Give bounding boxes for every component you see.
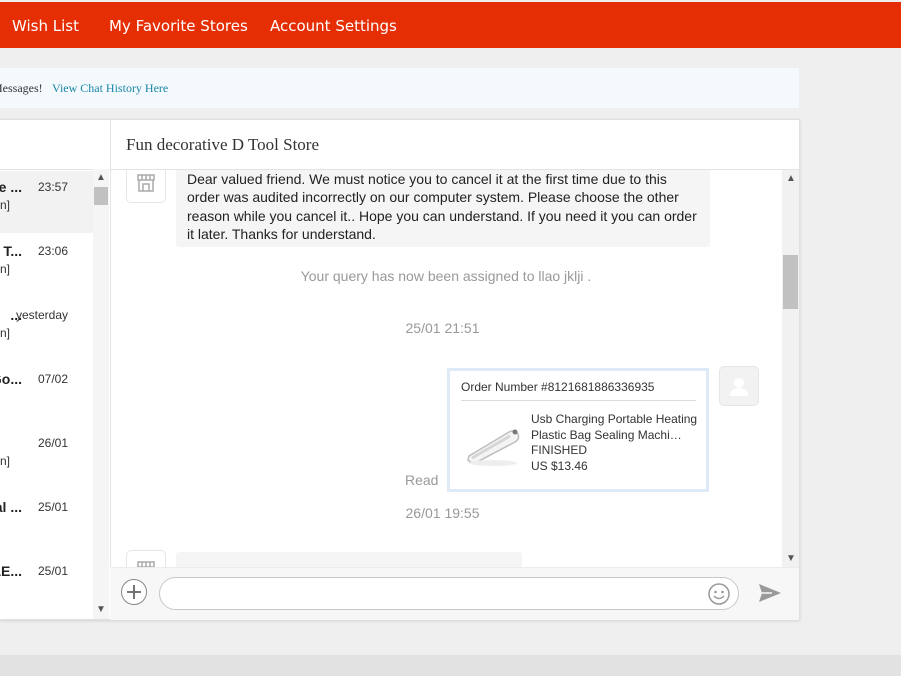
conversation-snippet: n] xyxy=(0,454,10,468)
composer-bar xyxy=(110,567,799,620)
seller-message-bubble xyxy=(176,552,522,567)
conversation-name: Go... xyxy=(0,371,22,387)
attach-button[interactable] xyxy=(121,579,147,605)
message-timestamp: 26/01 19:55 xyxy=(405,505,480,521)
conversation-name: LE... xyxy=(0,563,22,579)
chat-history-link[interactable]: View Chat History Here xyxy=(52,81,168,96)
store-icon xyxy=(137,561,155,567)
scroll-up-icon[interactable]: ▲ xyxy=(96,172,106,183)
message-input[interactable] xyxy=(159,577,739,610)
conversation-time: 23:57 xyxy=(37,180,68,194)
scroll-down-icon[interactable]: ▼ xyxy=(786,553,796,564)
order-card[interactable]: Order Number #8121681886336935 Usb Charg… xyxy=(447,368,709,492)
store-avatar xyxy=(126,550,166,567)
conversation-item[interactable]: 26/01 n] xyxy=(0,427,93,489)
conversation-name: al ... xyxy=(0,499,22,515)
order-price: US $13.46 xyxy=(531,459,588,473)
assignment-notice: Your query has now been assigned to llao… xyxy=(300,268,592,284)
emoji-icon[interactable] xyxy=(707,582,731,606)
product-thumbnail xyxy=(467,429,520,466)
order-number: Order Number #8121681886336935 xyxy=(461,380,655,394)
store-avatar xyxy=(126,170,166,203)
conversation-time: 25/01 xyxy=(37,500,68,514)
conversation-time: 25/01 xyxy=(37,564,68,578)
conversation-snippet: n] xyxy=(0,262,10,276)
store-name[interactable]: Fun decorative D Tool Store xyxy=(126,135,319,155)
notice-text: Messages! xyxy=(0,81,43,95)
conversation-item[interactable]: al ... 25/01 xyxy=(0,491,93,553)
message-scroll-thumb[interactable] xyxy=(783,255,798,309)
store-icon xyxy=(137,174,155,192)
order-status: FINISHED xyxy=(531,443,588,457)
message-scrollbar[interactable]: ▲ ▼ xyxy=(782,170,799,567)
plus-icon xyxy=(127,585,141,599)
notice-bar: Messages! View Chat History Here xyxy=(0,68,799,108)
conversation-list-header xyxy=(0,120,110,170)
conversation-time: yesterday xyxy=(15,308,68,322)
page-footer-band xyxy=(0,655,901,676)
conversation-scrollbar[interactable]: ▲ ▼ xyxy=(93,169,109,619)
nav-account-settings[interactable]: Account Settings xyxy=(270,17,397,35)
conversation-snippet: n] xyxy=(0,198,10,212)
conversation-time: 07/02 xyxy=(37,372,68,386)
conversation-time: 23:06 xyxy=(37,244,68,258)
conversation-item[interactable]: e ... 23:57 n] xyxy=(0,171,93,233)
nav-wish-list[interactable]: Wish List xyxy=(12,17,79,35)
conversation-name: g T... xyxy=(0,243,22,259)
conversation-item[interactable]: Go... 07/02 xyxy=(0,363,93,425)
order-divider xyxy=(461,400,696,401)
conversation-scroll-thumb[interactable] xyxy=(94,187,108,205)
message-timestamp: 25/01 21:51 xyxy=(405,320,480,336)
chat-panel: e ... 23:57 n] g T... 23:06 n] ... yeste… xyxy=(0,119,800,620)
send-icon[interactable] xyxy=(758,582,782,604)
conversation-item[interactable]: g T... 23:06 n] xyxy=(0,235,93,297)
conversation-item[interactable]: ... yesterday n] xyxy=(0,299,93,361)
conversation-name: e ... xyxy=(0,179,22,195)
conversation-list: e ... 23:57 n] g T... 23:06 n] ... yeste… xyxy=(0,120,111,619)
top-nav: Wish List My Favorite Stores Account Set… xyxy=(0,2,901,48)
user-avatar xyxy=(719,366,759,406)
seller-message-bubble: Dear valued friend. We must notice you t… xyxy=(176,170,710,248)
nav-favorite-stores[interactable]: My Favorite Stores xyxy=(109,17,248,35)
conversation-item[interactable]: LE... 25/01 xyxy=(0,555,93,617)
read-receipt: Read xyxy=(405,472,439,488)
scroll-up-icon[interactable]: ▲ xyxy=(786,173,796,184)
scroll-down-icon[interactable]: ▼ xyxy=(96,604,106,615)
user-avatar-icon xyxy=(730,378,748,396)
conversation-time: 26/01 xyxy=(37,436,68,450)
order-product-name: Usb Charging Portable Heating Plastic Ba… xyxy=(531,412,698,442)
chat-header: Fun decorative D Tool Store xyxy=(110,120,799,170)
message-area: Dear valued friend. We must notice you t… xyxy=(110,170,782,567)
conversation-snippet: n] xyxy=(0,326,10,340)
